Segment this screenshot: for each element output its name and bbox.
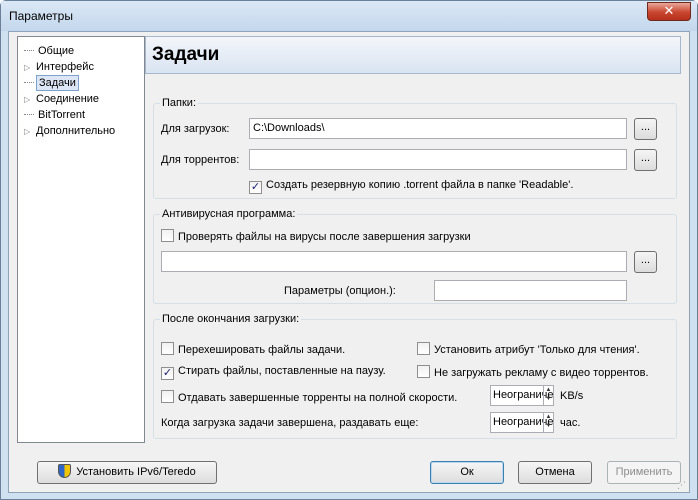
checkbox-box[interactable]: ✓ xyxy=(249,181,262,194)
checkbox-label: Не загружать рекламу с видео торрентов. xyxy=(434,367,649,379)
tree-item-interface[interactable]: ▷ Интерфейс xyxy=(24,59,96,75)
tree-connector xyxy=(24,43,34,51)
install-ipv6-label: Установить IPv6/Teredo xyxy=(76,466,196,478)
no-video-ads-checkbox[interactable]: Не загружать рекламу с видео торрентов. xyxy=(417,365,649,380)
install-ipv6-button[interactable]: Установить IPv6/Teredo xyxy=(37,461,217,484)
tree-item-label: BitTorrent xyxy=(38,109,86,121)
full-speed-unit: KB/s xyxy=(560,390,584,402)
tree-item-connection[interactable]: ▷ Соединение xyxy=(24,91,101,107)
checkbox-box[interactable] xyxy=(161,229,174,242)
checkbox-box[interactable] xyxy=(417,342,430,355)
checkbox-box[interactable] xyxy=(161,390,174,403)
tree-item-label: Дополнительно xyxy=(36,125,116,137)
resize-grip-icon[interactable]: ⋰ xyxy=(677,480,687,490)
client-area: Общие ▷ Интерфейс Задачи ▷ Соединение BitT… xyxy=(8,31,690,493)
antivirus-group-title: Антивирусная программа: xyxy=(160,208,298,221)
seed-time-stepper[interactable]: Неограниче ▲ ▼ xyxy=(490,412,554,433)
readonly-attribute-checkbox[interactable]: Установить атрибут 'Только для чтения'. xyxy=(417,342,640,357)
expand-arrow-icon[interactable]: ▷ xyxy=(24,124,34,140)
seed-time-unit: час. xyxy=(560,417,581,429)
expand-arrow-icon[interactable]: ▷ xyxy=(24,60,34,76)
close-icon: ✕ xyxy=(663,4,675,19)
settings-window: Параметры ✕ Общие ▷ Интерфейс Задачи ▷ Сое… xyxy=(0,0,698,500)
spin-up-icon[interactable]: ▲ xyxy=(544,386,553,395)
settings-pane: Задачи Папки: Для загрузок: C:\Downloads… xyxy=(145,36,685,443)
tree-connector xyxy=(24,75,34,83)
checkbox-label: Отдавать завершенные торренты на полной … xyxy=(178,392,458,404)
apply-button[interactable]: Применить xyxy=(607,461,681,484)
full-speed-stepper[interactable]: Неограниче ▲ ▼ xyxy=(490,385,554,406)
window-title: Параметры xyxy=(9,9,73,23)
after-download-group-title: После окончания загрузки: xyxy=(160,313,302,326)
backup-torrent-checkbox[interactable]: ✓ Создать резервную копию .torrent файла … xyxy=(249,179,573,194)
expand-arrow-icon[interactable]: ▷ xyxy=(24,92,34,108)
spin-up-icon[interactable]: ▲ xyxy=(544,413,553,422)
download-folder-label: Для загрузок: xyxy=(161,123,230,135)
folders-group-title: Папки: xyxy=(160,97,198,110)
erase-paused-checkbox[interactable]: ✓ Стирать файлы, поставленные на паузу. xyxy=(161,365,386,380)
tree-item-label: Интерфейс xyxy=(36,61,94,73)
checkbox-label: Стирать файлы, поставленные на паузу. xyxy=(178,365,386,377)
cancel-button[interactable]: Отмена xyxy=(518,461,592,484)
tree-item-label: Общие xyxy=(38,45,75,57)
spin-down-icon[interactable]: ▼ xyxy=(544,422,553,431)
rehash-checkbox[interactable]: Перехешировать файлы задачи. xyxy=(161,342,345,357)
spin-down-icon[interactable]: ▼ xyxy=(544,395,553,404)
spin-arrows[interactable]: ▲ ▼ xyxy=(543,386,553,405)
antivirus-path-input[interactable] xyxy=(161,251,627,272)
checkbox-box[interactable] xyxy=(161,342,174,355)
settings-tree: Общие ▷ Интерфейс Задачи ▷ Соединение BitT… xyxy=(17,36,145,443)
after-download-group: После окончания загрузки: Перехешировать… xyxy=(153,313,677,439)
antivirus-group: Антивирусная программа: Проверять файлы … xyxy=(153,208,677,304)
antivirus-params-input[interactable] xyxy=(434,280,627,301)
tree-item-label: Соединение xyxy=(36,93,100,105)
torrent-folder-input[interactable] xyxy=(249,149,627,170)
tree-item-bittorrent[interactable]: BitTorrent xyxy=(24,107,87,123)
checkbox-label: Перехешировать файлы задачи. xyxy=(178,344,346,356)
antivirus-params-label: Параметры (опцион.): xyxy=(284,285,396,297)
torrent-folder-browse-button[interactable]: ... xyxy=(634,149,657,171)
title-bar[interactable]: Параметры ✕ xyxy=(1,1,697,31)
page-title: Задачи xyxy=(145,36,681,74)
seed-time-label: Когда загрузка задачи завершена, раздава… xyxy=(161,417,419,429)
checkbox-label: Установить атрибут 'Только для чтения'. xyxy=(434,344,640,356)
antivirus-scan-checkbox[interactable]: Проверять файлы на вирусы после завершен… xyxy=(161,229,471,244)
close-button[interactable]: ✕ xyxy=(647,2,691,21)
torrent-folder-label: Для торрентов: xyxy=(161,154,240,166)
full-speed-seed-checkbox[interactable]: Отдавать завершенные торренты на полной … xyxy=(161,390,457,405)
button-bar: Установить IPv6/Teredo Ок Отмена Примени… xyxy=(9,450,689,492)
uac-shield-icon xyxy=(58,464,72,478)
tree-connector xyxy=(24,107,34,115)
spin-arrows[interactable]: ▲ ▼ xyxy=(543,413,553,432)
tree-item-tasks[interactable]: Задачи xyxy=(24,75,79,91)
tree-item-advanced[interactable]: ▷ Дополнительно xyxy=(24,123,117,139)
checkbox-label: Создать резервную копию .torrent файла в… xyxy=(266,179,574,191)
tree-item-general[interactable]: Общие xyxy=(24,43,76,59)
download-folder-input[interactable]: C:\Downloads\ xyxy=(249,118,627,139)
download-folder-browse-button[interactable]: ... xyxy=(634,118,657,140)
checkbox-box[interactable]: ✓ xyxy=(161,367,174,380)
checkbox-box[interactable] xyxy=(417,365,430,378)
folders-group: Папки: Для загрузок: C:\Downloads\ ... Д… xyxy=(153,97,677,199)
antivirus-path-browse-button[interactable]: ... xyxy=(634,251,657,273)
ok-button[interactable]: Ок xyxy=(430,461,504,484)
checkbox-label: Проверять файлы на вирусы после завершен… xyxy=(178,231,471,243)
tree-item-label: Задачи xyxy=(36,75,79,91)
